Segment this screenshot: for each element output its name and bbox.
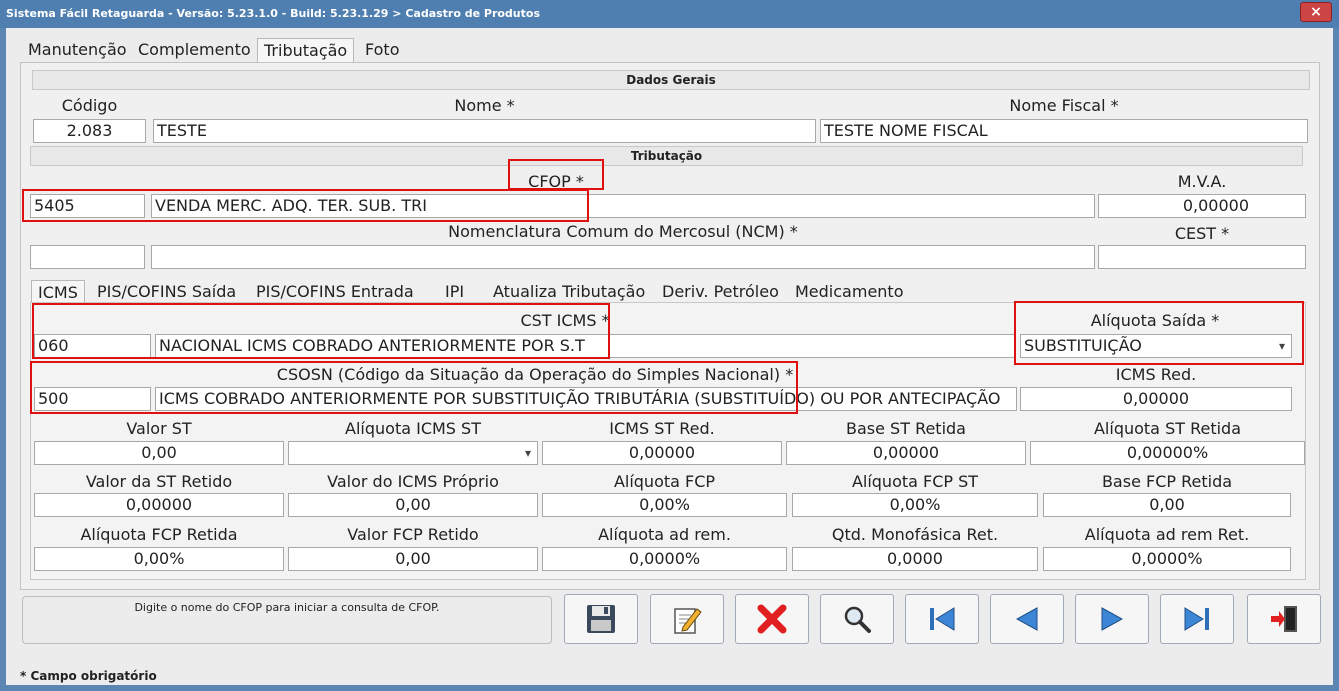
first-record-button[interactable] [905, 594, 979, 644]
nome-fiscal-label: Nome Fiscal * [1009, 96, 1119, 115]
aliquota-ad-rem-label: Alíquota ad rem. [598, 525, 731, 544]
edit-button[interactable] [650, 594, 724, 644]
icms-red-field[interactable]: 0,00000 [1020, 387, 1292, 411]
nome-fiscal-field[interactable]: TESTE NOME FISCAL [820, 119, 1308, 143]
ncm-code-field[interactable] [30, 245, 145, 269]
base-fcp-retida-label: Base FCP Retida [1101, 472, 1233, 491]
status-message-box: Digite o nome do CFOP para iniciar a con… [22, 596, 552, 644]
aliquota-fcp-st-field[interactable]: 0,00% [792, 493, 1038, 517]
valor-icms-proprio-field[interactable]: 0,00 [288, 493, 538, 517]
save-button[interactable] [564, 594, 638, 644]
cest-field[interactable] [1098, 245, 1306, 269]
window-title: Sistema Fácil Retaguarda - Versão: 5.23.… [6, 7, 541, 20]
icms-st-red-field[interactable]: 0,00000 [542, 441, 782, 465]
highlight-aliquota-saida [1014, 301, 1304, 365]
qtd-monofasica-ret-field[interactable]: 0,0000 [792, 547, 1038, 571]
ncm-description-field[interactable] [151, 245, 1095, 269]
valor-st-retido-field[interactable]: 0,00000 [34, 493, 284, 517]
tab-complemento[interactable]: Complemento [132, 38, 257, 62]
search-icon [844, 606, 871, 633]
section-dados-gerais: Dados Gerais [32, 70, 1310, 90]
subtab-medicamento[interactable]: Medicamento [789, 280, 909, 304]
aliquota-icms-st-select[interactable] [288, 441, 538, 465]
edit-icon [674, 608, 702, 634]
next-record-button[interactable] [1075, 594, 1149, 644]
exit-icon [1271, 606, 1297, 632]
valor-fcp-retido-label: Valor FCP Retido [347, 525, 479, 544]
subtab-icms[interactable]: ICMS [31, 280, 85, 304]
subtab-pis-cofins-entrada[interactable]: PIS/COFINS Entrada [250, 280, 420, 304]
aliquota-st-retida-field[interactable]: 0,00000% [1030, 441, 1305, 465]
qtd-monofasica-ret-label: Qtd. Monofásica Ret. [831, 525, 999, 544]
last-record-icon [1184, 607, 1209, 631]
highlight-cfop-label [508, 159, 604, 190]
cest-label: CEST * [1174, 224, 1230, 243]
window-title-bar: Sistema Fácil Retaguarda - Versão: 5.23.… [0, 0, 1339, 28]
previous-record-icon [1015, 607, 1038, 631]
delete-icon [757, 604, 787, 634]
highlight-cst-icms [32, 303, 610, 359]
close-button[interactable]: × [1300, 2, 1332, 22]
base-st-retida-label: Base ST Retida [846, 419, 966, 438]
nome-label: Nome * [454, 96, 515, 115]
icms-red-label: ICMS Red. [1115, 365, 1197, 384]
next-record-icon [1101, 607, 1124, 631]
aliquota-fcp-retida-field[interactable]: 0,00% [34, 547, 284, 571]
status-message: Digite o nome do CFOP para iniciar a con… [134, 601, 440, 614]
aliquota-ad-rem-ret-label: Alíquota ad rem Ret. [1084, 525, 1250, 544]
aliquota-icms-st-label: Alíquota ICMS ST [345, 419, 481, 438]
aliquota-fcp-st-label: Alíquota FCP ST [851, 472, 979, 491]
mva-field[interactable]: 0,00000 [1098, 194, 1306, 218]
valor-st-retido-label: Valor da ST Retido [85, 472, 233, 491]
highlight-cfop-fields [22, 189, 589, 222]
aliquota-fcp-label: Alíquota FCP [613, 472, 716, 491]
delete-button[interactable] [735, 594, 809, 644]
aliquota-fcp-retida-label: Alíquota FCP Retida [80, 525, 238, 544]
highlight-csosn [30, 361, 798, 414]
valor-fcp-retido-field[interactable]: 0,00 [288, 547, 538, 571]
icms-st-red-label: ICMS ST Red. [609, 419, 715, 438]
subtab-atualiza-tributacao[interactable]: Atualiza Tributação [487, 280, 651, 304]
subtab-pis-cofins-saida[interactable]: PIS/COFINS Saída [91, 280, 242, 304]
aliquota-st-retida-label: Alíquota ST Retida [1093, 419, 1242, 438]
first-record-icon [930, 607, 955, 631]
tab-manutencao[interactable]: Manutenção [22, 38, 133, 62]
subtab-ipi[interactable]: IPI [439, 280, 470, 304]
valor-icms-proprio-label: Valor do ICMS Próprio [327, 472, 499, 491]
aliquota-fcp-field[interactable]: 0,00% [542, 493, 787, 517]
close-icon: × [1310, 4, 1322, 20]
mva-label: M.V.A. [1177, 172, 1227, 191]
last-record-button[interactable] [1160, 594, 1234, 644]
search-button[interactable] [820, 594, 894, 644]
codigo-field[interactable]: 2.083 [33, 119, 146, 143]
required-field-note: * Campo obrigatório [20, 669, 157, 683]
previous-record-button[interactable] [990, 594, 1064, 644]
aliquota-ad-rem-field[interactable]: 0,0000% [542, 547, 787, 571]
save-icon [587, 605, 615, 633]
subtab-deriv-petroleo[interactable]: Deriv. Petróleo [656, 280, 785, 304]
nome-field[interactable]: TESTE [153, 119, 816, 143]
tab-foto[interactable]: Foto [359, 38, 405, 62]
valor-st-field[interactable]: 0,00 [34, 441, 284, 465]
ncm-label: Nomenclatura Comum do Mercosul (NCM) * [448, 222, 798, 241]
exit-button[interactable] [1247, 594, 1321, 644]
tab-tributacao[interactable]: Tributação [257, 38, 355, 62]
codigo-label: Código [61, 96, 118, 115]
section-tributacao: Tributação [30, 146, 1303, 166]
aliquota-ad-rem-ret-field[interactable]: 0,0000% [1043, 547, 1291, 571]
valor-st-label: Valor ST [126, 419, 192, 438]
base-fcp-retida-field[interactable]: 0,00 [1043, 493, 1291, 517]
base-st-retida-field[interactable]: 0,00000 [786, 441, 1026, 465]
